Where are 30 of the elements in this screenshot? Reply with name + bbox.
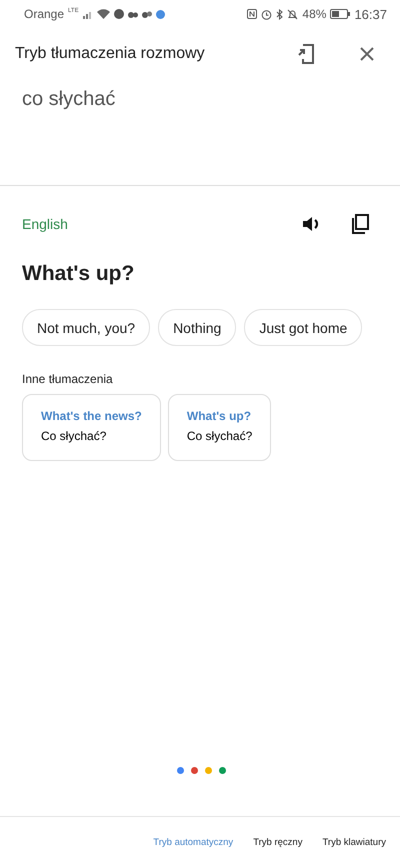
nfc-icon [247,9,258,19]
suggestion-chip[interactable]: Just got home [244,309,362,346]
copy-icon [351,214,369,234]
mode-tab[interactable]: Tryb ręczny [245,832,310,852]
app-icon [114,9,124,19]
muted-bell-icon [287,8,298,20]
wifi-icon [96,9,110,19]
source-text: co słychać [22,88,116,110]
alarm-icon [261,8,272,20]
app-icon [156,10,165,18]
suggestion-chip[interactable]: Not much, you? [22,309,150,346]
screen-title: Tryb tłumaczenia rozmowy [15,45,206,63]
section-label: Inne tłumaczenia [22,372,114,386]
carrier-name: Orange [24,7,64,21]
clock-time: 16:37 [354,6,387,22]
app-icon [128,9,138,19]
battery-percent: 48% [302,7,326,21]
mode-tab[interactable]: Tryb klawiatury [314,832,394,852]
battery-icon [330,9,350,19]
suggestion-chip[interactable]: Nothing [158,309,236,346]
mode-tab[interactable]: Tryb automatyczny [145,832,242,852]
app-icon [142,9,152,19]
signal-icon [82,10,93,18]
bluetooth-icon [276,8,284,20]
translation-text: What's up? [22,262,136,286]
phone-arrow-icon [297,43,317,65]
translation-card[interactable]: What's up? Co słychać? [168,394,272,461]
close-icon [360,47,374,61]
translation-card[interactable]: What's the news? Co słychać? [22,394,161,461]
target-language: English [22,216,69,232]
